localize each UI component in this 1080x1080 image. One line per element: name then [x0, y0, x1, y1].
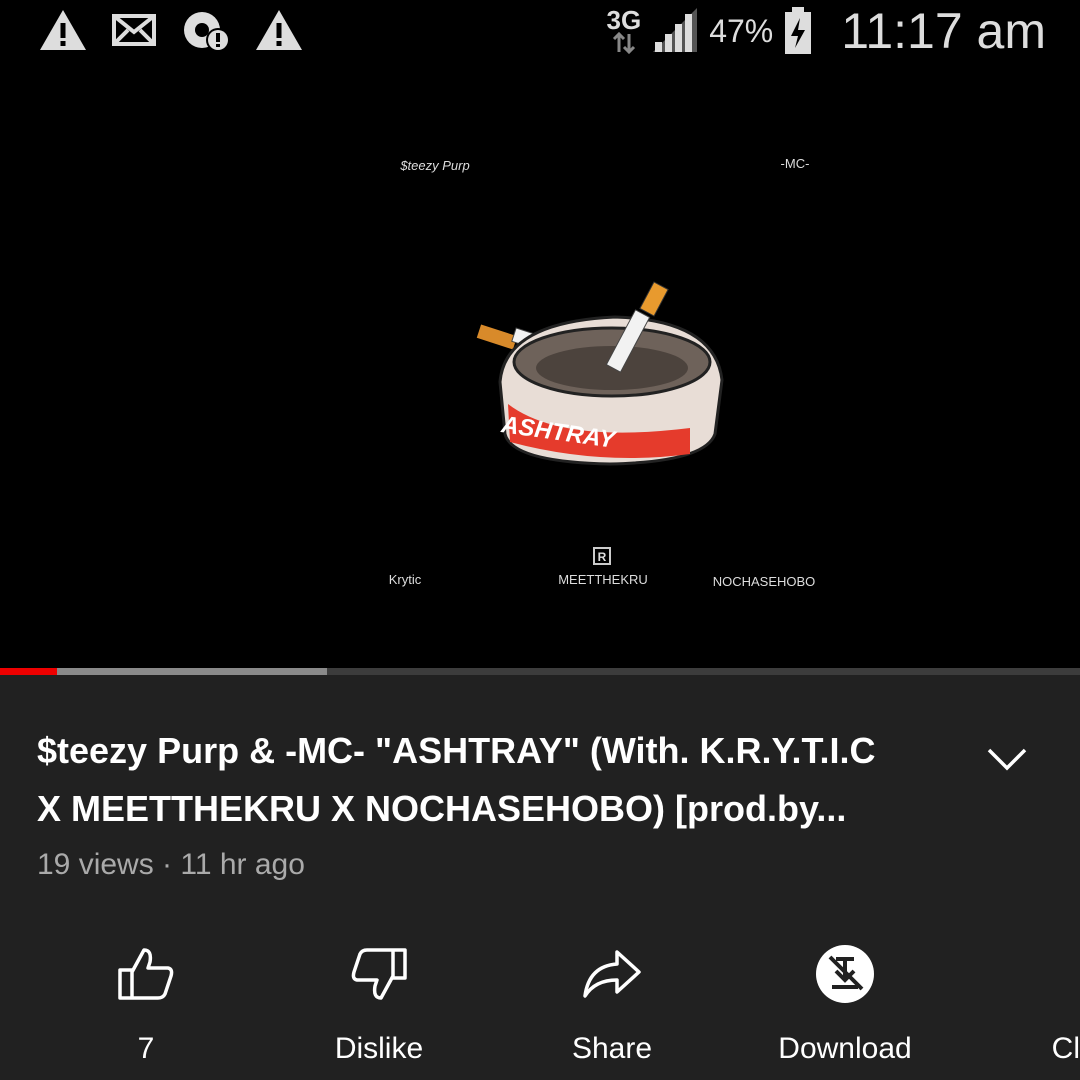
progress-bar[interactable]: [0, 668, 1080, 675]
signal-icon: [653, 8, 698, 52]
cover-bottom-center: MEETTHEKRU: [558, 572, 648, 587]
clip-label: Cl: [1051, 1032, 1080, 1065]
battery-charging-icon: [785, 7, 812, 54]
share-button[interactable]: Share: [512, 928, 712, 1066]
like-button[interactable]: 7: [46, 928, 246, 1066]
video-title-line1: $teezy Purp & -MC- "ASHTRAY" (With. K.R.…: [37, 730, 876, 771]
network-indicator: 3G: [606, 5, 642, 54]
video-player[interactable]: $teezy Purp -MC- ASHTRAY Krytic R MEETTH…: [0, 62, 1080, 674]
cover-bottom-left: Krytic: [389, 572, 422, 587]
video-title-line2: X MEETTHEKRU X NOCHASEHOBO) [prod.by...: [37, 788, 847, 829]
sync-alert-icon: [184, 12, 230, 52]
clip-icon: [1048, 944, 1080, 1004]
chevron-down-icon[interactable]: [985, 742, 1029, 774]
thumbs-up-icon: [118, 948, 174, 1000]
video-meta: 19 views · 11 hr ago: [37, 848, 305, 881]
warning-icon: [40, 10, 86, 50]
clock: 11:17 am: [841, 3, 1046, 59]
like-count: 7: [137, 1032, 155, 1065]
played-progress: [0, 668, 58, 675]
download-label: Download: [778, 1032, 912, 1065]
action-row: 7 Dislike Share Download Cl: [0, 928, 1080, 1080]
battery-percent: 47%: [709, 12, 774, 49]
cover-artist-left: $teezy Purp: [399, 158, 469, 173]
cover-bottom-mark: R: [598, 550, 607, 564]
status-bar: 3G 47% 11:17 am: [0, 0, 1080, 62]
clip-button[interactable]: Cl: [978, 928, 1080, 1066]
cover-bottom-right: NOCHASEHOBO: [713, 574, 816, 589]
warning-icon: [256, 10, 302, 50]
download-disabled-icon: [816, 945, 874, 1003]
data-transfer-icon: [612, 32, 635, 54]
download-button[interactable]: Download: [745, 928, 945, 1066]
mail-icon: [112, 14, 156, 46]
dislike-button[interactable]: Dislike: [279, 928, 479, 1066]
share-icon: [583, 950, 641, 998]
share-label: Share: [571, 1032, 653, 1065]
ashtray-illustration: ASHTRAY: [476, 281, 724, 466]
network-type: 3G: [606, 5, 642, 35]
video-title[interactable]: $teezy Purp & -MC- "ASHTRAY" (With. K.R.…: [37, 722, 937, 838]
cover-art: $teezy Purp -MC- ASHTRAY Krytic R MEETTH…: [389, 156, 816, 589]
cover-artist-right: -MC-: [781, 156, 810, 171]
thumbs-down-icon: [351, 948, 407, 1000]
status-right: 3G 47% 11:17 am: [607, 0, 1047, 62]
dislike-label: Dislike: [334, 1032, 424, 1065]
